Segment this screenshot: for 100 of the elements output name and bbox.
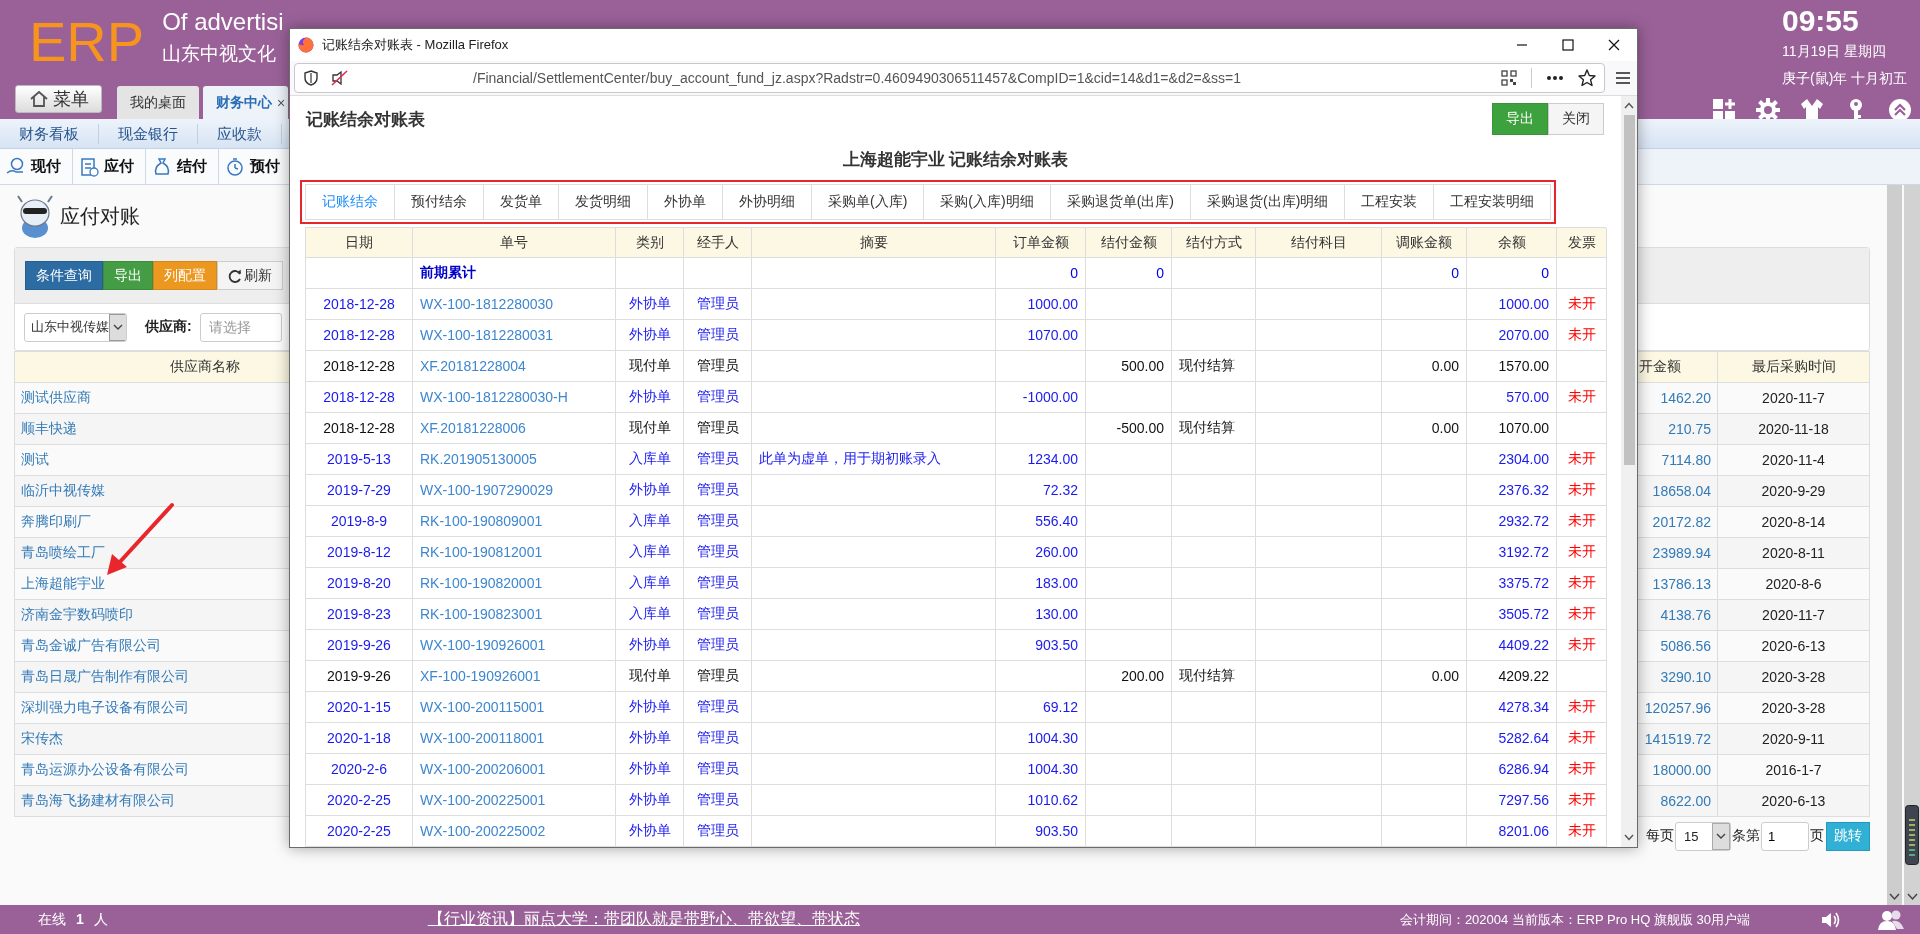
supplier-link[interactable]: 上海超能宇业: [21, 575, 105, 593]
supplier-link[interactable]: 青岛喷绘工厂: [21, 544, 105, 562]
toolbar-button[interactable]: 列配置: [153, 261, 217, 290]
tab[interactable]: 外协明细: [722, 184, 811, 220]
nav-link[interactable]: 应收款: [198, 123, 282, 144]
supplier-link[interactable]: 济南金宇数码喷印: [21, 606, 133, 624]
order-number-link[interactable]: WX-100-200206001: [420, 761, 546, 777]
shirt-icon[interactable]: [1800, 98, 1824, 122]
menu-button[interactable]: 菜单: [15, 85, 102, 113]
blocked-media-icon[interactable]: [331, 70, 349, 86]
table-cell: 管理员: [684, 506, 752, 537]
table-cell: 2020-1-15: [306, 692, 413, 723]
table-cell: 管理员: [684, 289, 752, 320]
order-number-link[interactable]: WX-100-1907290029: [420, 482, 554, 498]
table-cell: 管理员: [684, 630, 752, 661]
more-icon[interactable]: [1546, 75, 1564, 81]
column-header: 余额: [1467, 228, 1557, 258]
supplier-link[interactable]: 测试: [21, 451, 49, 469]
tab-close-button[interactable]: ×: [277, 94, 286, 111]
supplier-link[interactable]: 青岛日晟广告制作有限公司: [21, 668, 189, 686]
order-number-link[interactable]: WX-100-200115001: [420, 699, 545, 715]
table-cell: 2376.32: [1467, 475, 1557, 506]
supplier-link[interactable]: 青岛运源办公设备有限公司: [21, 761, 189, 779]
toolbar-button[interactable]: 导出: [103, 261, 153, 290]
refresh-icon: [228, 268, 242, 283]
supplier-link[interactable]: 深圳强力电子设备有限公司: [21, 699, 189, 717]
close-button[interactable]: 关闭: [1548, 103, 1604, 135]
toolbar-button[interactable]: 条件查询: [25, 261, 103, 290]
menu-icon[interactable]: [1615, 71, 1631, 85]
table-cell: 外协单: [616, 382, 684, 413]
table-cell: 未开: [1557, 506, 1607, 537]
table-cell: 0.00: [1382, 661, 1467, 692]
news-link[interactable]: 【行业资讯】丽点大学：带团队就是带野心、带欲望、带状态: [427, 909, 860, 930]
nav-link[interactable]: 现金银行: [99, 123, 198, 144]
users-icon[interactable]: [1876, 908, 1906, 931]
jump-button[interactable]: 跳转: [1826, 821, 1870, 851]
order-number-link[interactable]: RK-100-190820001: [420, 575, 543, 591]
column-header: 经手人: [684, 228, 752, 258]
online-unit: 人: [93, 910, 108, 929]
page-size-select[interactable]: 15: [1675, 821, 1731, 851]
shield-icon[interactable]: [303, 70, 319, 86]
scroll-down-icon: [1624, 834, 1634, 841]
order-number-link[interactable]: RK-100-190823001: [420, 606, 543, 622]
tab[interactable]: 工程安装: [1344, 184, 1434, 220]
order-number-link[interactable]: XF.20181228004: [420, 358, 526, 374]
tab[interactable]: 预付结余: [394, 184, 483, 220]
supplier-link[interactable]: 测试供应商: [21, 389, 91, 407]
module-tab[interactable]: 预付: [219, 149, 292, 184]
table-cell: 现付结算: [1172, 413, 1256, 444]
supplier-link[interactable]: 奔腾印刷厂: [21, 513, 91, 531]
supplier-link[interactable]: 宋传杰: [21, 730, 63, 748]
table-cell: 管理员: [684, 413, 752, 444]
order-number-link[interactable]: WX-100-200225002: [420, 823, 546, 839]
level-meter-icon: [1905, 805, 1919, 865]
page-number-field[interactable]: 1: [1761, 821, 1809, 851]
address-bar[interactable]: /Financial/SettlementCenter/buy_account_fund_jz.aspx?Radstr=0.4609490306511457&CompID=1&cid=14&d1=&d2=&ss=1: [294, 63, 1605, 93]
toolbar-button[interactable]: 刷新: [217, 261, 283, 290]
tab[interactable]: 我的桌面: [117, 86, 199, 119]
order-number-link[interactable]: XF-100-190926001: [420, 668, 541, 684]
tab[interactable]: 工程安装明细: [1433, 184, 1552, 220]
module-tab[interactable]: 现付: [0, 149, 73, 184]
order-number-link[interactable]: RK.201905130005: [420, 451, 537, 467]
table-cell: 2020-8-11: [1718, 538, 1870, 569]
supplier-link[interactable]: 临沂中视传媒: [21, 482, 105, 500]
order-number-link[interactable]: WX-100-1812280031: [420, 327, 554, 343]
export-button[interactable]: 导出: [1492, 103, 1548, 135]
order-number-link[interactable]: WX-100-200118001: [420, 730, 545, 746]
supplier-link[interactable]: 青岛海飞扬建材有限公司: [21, 792, 175, 810]
nav-link[interactable]: 财务看板: [0, 123, 99, 144]
qr-code-icon[interactable]: [1501, 70, 1517, 86]
order-number-link[interactable]: XF.20181228006: [420, 420, 526, 436]
supplier-field[interactable]: 请选择: [199, 312, 282, 342]
tab[interactable]: 发货明细: [558, 184, 647, 220]
order-number-link[interactable]: WX-100-1812280030-H: [420, 389, 568, 405]
order-number-link[interactable]: WX-100-200225001: [420, 792, 546, 808]
tab[interactable]: 外协单: [647, 184, 722, 220]
star-icon[interactable]: [1578, 69, 1596, 87]
tab[interactable]: 采购(入库)明细: [923, 184, 1050, 220]
order-number-link[interactable]: RK-100-190812001: [420, 544, 543, 560]
tab[interactable]: 采购退货单(出库): [1049, 184, 1190, 220]
supplier-link[interactable]: 青岛金诚广告有限公司: [21, 637, 161, 655]
tab[interactable]: 采购退货(出库)明细: [1190, 184, 1345, 220]
online-count: 1: [76, 910, 84, 929]
table-cell: 管理员: [684, 444, 752, 475]
order-number-link[interactable]: RK-100-190809001: [420, 513, 543, 529]
module-tab[interactable]: 结付: [146, 149, 219, 184]
tab[interactable]: 采购单(入库): [811, 184, 924, 220]
table-cell: 2018-12-28: [306, 289, 413, 320]
table-cell: 1004.30: [996, 754, 1086, 785]
supplier-link[interactable]: 顺丰快递: [21, 420, 77, 438]
module-tab[interactable]: 应付: [73, 149, 146, 184]
table-cell: 8201.06: [1467, 816, 1557, 847]
order-number-link[interactable]: WX-100-190926001: [420, 637, 546, 653]
lunar-date: 庚子(鼠)年 十月初五: [1782, 70, 1908, 88]
tab[interactable]: 财务中心 ×: [203, 86, 289, 119]
tab[interactable]: 发货单: [483, 184, 558, 220]
company-select[interactable]: 山东中视传媒: [24, 312, 127, 342]
order-number-link[interactable]: WX-100-1812280030: [420, 296, 554, 312]
close-icon: [1608, 39, 1620, 51]
tab[interactable]: 记账结余: [305, 184, 394, 220]
